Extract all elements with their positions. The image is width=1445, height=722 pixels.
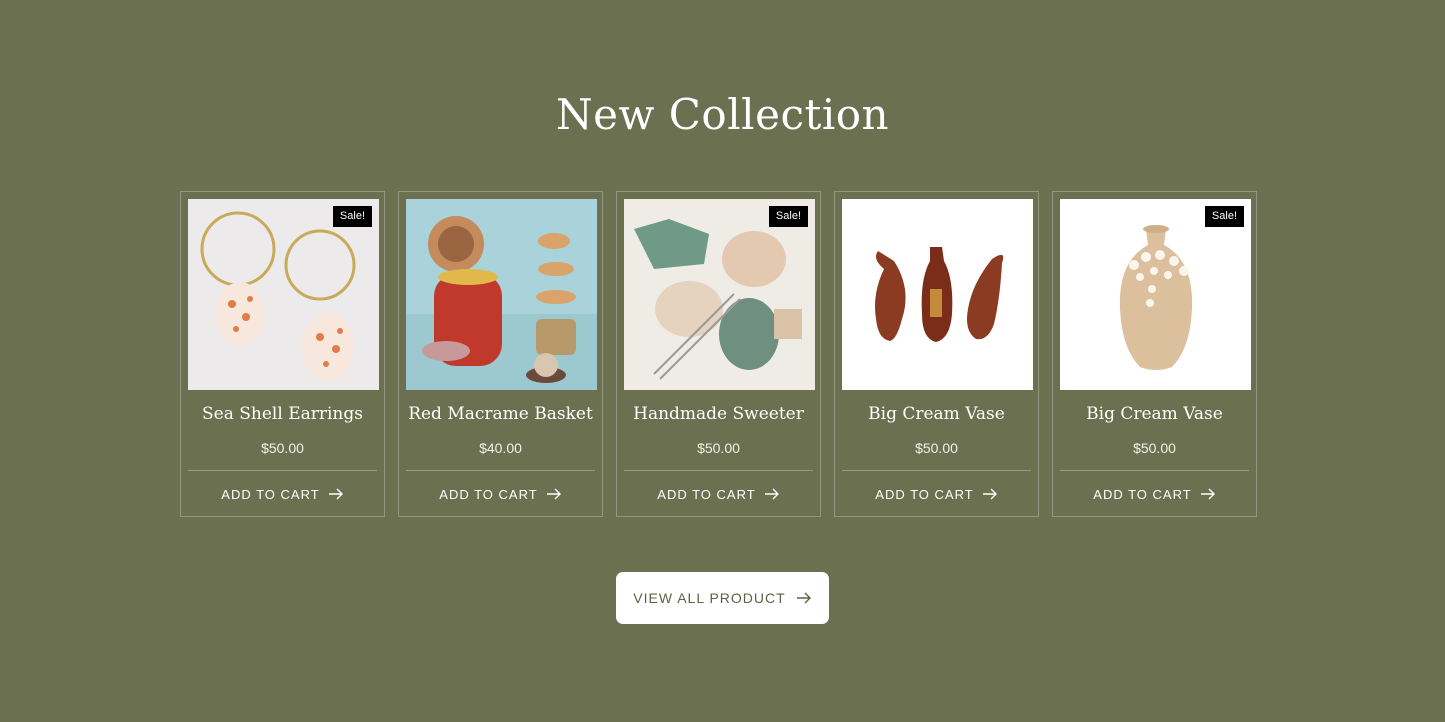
add-to-cart-label: ADD TO CART <box>439 486 538 502</box>
add-to-cart-button[interactable]: ADD TO CART <box>1053 471 1256 517</box>
arrow-right-icon <box>328 488 344 500</box>
product-price: $50.00 <box>261 440 304 456</box>
product-image-big-cream-vase-2[interactable]: Sale! <box>1060 199 1251 390</box>
product-price: $40.00 <box>479 440 522 456</box>
product-grid: Sale! Sea Shell Earrings $50.00 ADD TO C… <box>180 191 1257 517</box>
arrow-right-icon <box>1200 488 1216 500</box>
product-image-sea-shell-earrings[interactable]: Sale! <box>188 199 379 390</box>
red-macrame-basket-photo <box>406 199 597 390</box>
view-all-label: VIEW ALL PRODUCT <box>633 590 786 606</box>
sale-badge: Sale! <box>768 206 808 227</box>
arrow-right-icon <box>546 488 562 500</box>
add-to-cart-button[interactable]: ADD TO CART <box>399 471 602 517</box>
sale-badge: Sale! <box>1204 206 1244 227</box>
yarn-knitting-photo <box>624 199 815 390</box>
product-image-handmade-sweeter[interactable]: Sale! <box>624 199 815 390</box>
add-to-cart-button[interactable]: ADD TO CART <box>617 471 820 517</box>
product-card: Big Cream Vase $50.00 ADD TO CART <box>834 191 1039 517</box>
add-to-cart-label: ADD TO CART <box>657 486 756 502</box>
sale-badge: Sale! <box>332 206 372 227</box>
arrow-right-icon <box>796 592 812 604</box>
product-card: Sale! Big Cream Vase $50.00 ADD TO CART <box>1052 191 1257 517</box>
add-to-cart-button[interactable]: ADD TO CART <box>181 471 384 517</box>
product-image-big-cream-vase[interactable] <box>842 199 1033 390</box>
product-name[interactable]: Big Cream Vase <box>835 404 1038 424</box>
cream-flower-vase-photo <box>1060 199 1251 390</box>
product-card: Red Macrame Basket $40.00 ADD TO CART <box>398 191 603 517</box>
product-name[interactable]: Handmade Sweeter <box>617 404 820 424</box>
add-to-cart-label: ADD TO CART <box>221 486 320 502</box>
product-card: Sale! Handmade Sweeter $50.00 ADD TO CAR… <box>616 191 821 517</box>
product-name[interactable]: Sea Shell Earrings <box>181 404 384 424</box>
product-image-red-macrame-basket[interactable] <box>406 199 597 390</box>
product-price: $50.00 <box>915 440 958 456</box>
three-ceramic-vases-photo <box>842 199 1033 390</box>
sea-shell-earrings-photo <box>188 199 379 390</box>
product-card: Sale! Sea Shell Earrings $50.00 ADD TO C… <box>180 191 385 517</box>
add-to-cart-label: ADD TO CART <box>1093 486 1192 502</box>
product-name[interactable]: Big Cream Vase <box>1053 404 1256 424</box>
product-price: $50.00 <box>1133 440 1176 456</box>
view-all-products-button[interactable]: VIEW ALL PRODUCT <box>616 572 829 624</box>
add-to-cart-label: ADD TO CART <box>875 486 974 502</box>
arrow-right-icon <box>982 488 998 500</box>
product-name[interactable]: Red Macrame Basket <box>399 404 602 424</box>
add-to-cart-button[interactable]: ADD TO CART <box>835 471 1038 517</box>
section-title: New Collection <box>555 90 890 139</box>
arrow-right-icon <box>764 488 780 500</box>
product-price: $50.00 <box>697 440 740 456</box>
